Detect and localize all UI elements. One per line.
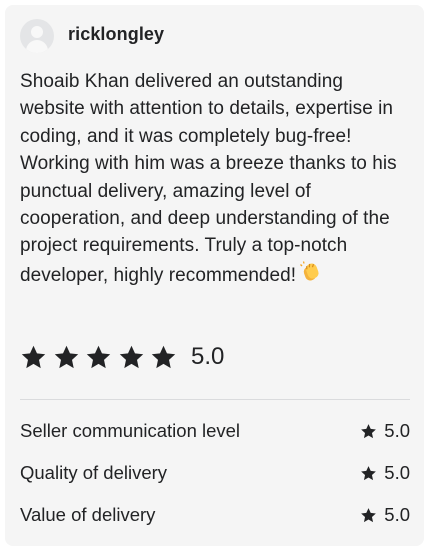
- overall-rating-value: 5.0: [190, 343, 225, 370]
- star-icon: [361, 507, 377, 522]
- rating-breakdown-row: Value of delivery 5.0: [20, 500, 410, 530]
- rating-breakdown-score: 5.0: [360, 420, 410, 442]
- review-card: ricklongley Shoaib Khan delivered an out…: [5, 5, 424, 546]
- avatar-head-icon: [31, 26, 43, 38]
- avatar[interactable]: [20, 19, 54, 53]
- rating-breakdown-label: Quality of delivery: [20, 462, 168, 483]
- divider: [20, 399, 410, 400]
- review-text: Shoaib Khan delivered an outstanding web…: [20, 71, 397, 286]
- star-icon: [86, 345, 111, 368]
- avatar-shoulders-icon: [26, 40, 48, 53]
- clapping-hands-icon: [299, 260, 323, 292]
- rating-breakdown-value: 5.0: [384, 420, 410, 441]
- star-icon: [21, 345, 46, 368]
- rating-breakdown-row: Quality of delivery 5.0: [20, 458, 410, 488]
- rating-breakdown-row: Seller communication level 5.0: [20, 416, 410, 446]
- rating-breakdown-score: 5.0: [360, 462, 410, 484]
- star-icon: [361, 423, 377, 438]
- review-body: Shoaib Khan delivered an outstanding web…: [20, 68, 412, 292]
- rating-breakdown-value: 5.0: [384, 504, 410, 525]
- reviewer-username[interactable]: ricklongley: [68, 24, 164, 45]
- star-icon: [361, 465, 377, 480]
- rating-breakdown-label: Seller communication level: [20, 420, 241, 441]
- star-icon: [54, 345, 78, 368]
- rating-breakdown-score: 5.0: [360, 504, 410, 526]
- rating-breakdown-value: 5.0: [384, 462, 410, 483]
- star-icon: [119, 345, 143, 368]
- star-icon: [152, 345, 176, 368]
- overall-rating: 5.0: [20, 337, 224, 377]
- review-header: ricklongley: [20, 19, 164, 53]
- rating-breakdown-label: Value of delivery: [20, 504, 156, 525]
